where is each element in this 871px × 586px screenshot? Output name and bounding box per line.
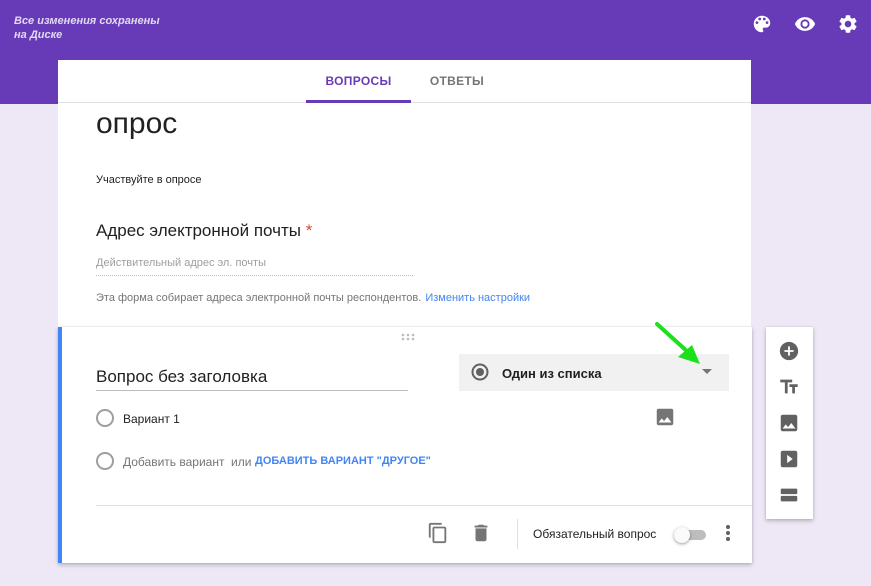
image-icon[interactable] [654, 406, 676, 428]
email-field: Действительный адрес эл. почты [96, 257, 413, 276]
question-type-label: Один из списка [502, 366, 602, 381]
form-header-card: опрос Участвуйте в опросе Адрес электрон… [58, 103, 751, 327]
add-option-button[interactable]: Добавить вариант [123, 455, 224, 469]
toggle-knob [674, 527, 690, 543]
option-label[interactable]: Вариант 1 [123, 412, 180, 426]
add-image-icon[interactable] [778, 412, 800, 434]
palette-icon[interactable] [751, 13, 773, 35]
required-toggle[interactable] [674, 527, 706, 543]
tab-questions[interactable]: ВОПРОСЫ [306, 60, 411, 103]
question-card[interactable]: Вопрос без заголовка Один из списка Вари… [58, 322, 752, 563]
eye-icon[interactable] [794, 13, 816, 35]
copy-icon[interactable] [427, 522, 449, 544]
gear-icon[interactable] [837, 13, 859, 35]
footer-vertical-divider [517, 519, 518, 549]
add-other-option-button[interactable]: ДОБАВИТЬ ВАРИАНТ "ДРУГОЕ" [255, 455, 431, 467]
question-title-input[interactable]: Вопрос без заголовка [96, 367, 408, 391]
save-status: Все изменения сохранены на Диске [14, 15, 160, 41]
radio-option-icon [96, 409, 114, 427]
chevron-down-icon [702, 369, 712, 374]
email-question-label: Адрес электронной почты * [96, 221, 312, 241]
change-settings-link[interactable]: Изменить настройки [425, 292, 530, 304]
email-collection-note: Эта форма собирает адреса электронной по… [96, 292, 530, 304]
more-vert-icon[interactable] [719, 522, 737, 544]
drag-handle-icon[interactable] [401, 333, 415, 341]
footer-divider [96, 505, 752, 506]
radio-checked-icon [471, 363, 489, 381]
collection-note-text: Эта форма собирает адреса электронной по… [96, 292, 422, 304]
add-video-icon[interactable] [778, 448, 800, 470]
add-section-icon[interactable] [778, 484, 800, 506]
annotation-arrow-icon [655, 322, 700, 364]
email-question-text: Адрес электронной почты [96, 221, 301, 240]
tab-responses[interactable]: ОТВЕТЫ [412, 60, 502, 103]
form-description[interactable]: Участвуйте в опросе [96, 174, 202, 186]
or-text: или [231, 455, 252, 469]
add-question-icon[interactable] [778, 340, 800, 362]
tab-bar: ВОПРОСЫ ОТВЕТЫ [58, 60, 751, 103]
radio-option-icon [96, 452, 114, 470]
trash-icon[interactable] [470, 522, 492, 544]
required-star: * [305, 221, 313, 240]
form-title[interactable]: опрос [96, 107, 177, 141]
side-toolbar [766, 327, 813, 519]
required-label: Обязательный вопрос [533, 527, 657, 541]
add-title-icon[interactable] [778, 376, 800, 398]
